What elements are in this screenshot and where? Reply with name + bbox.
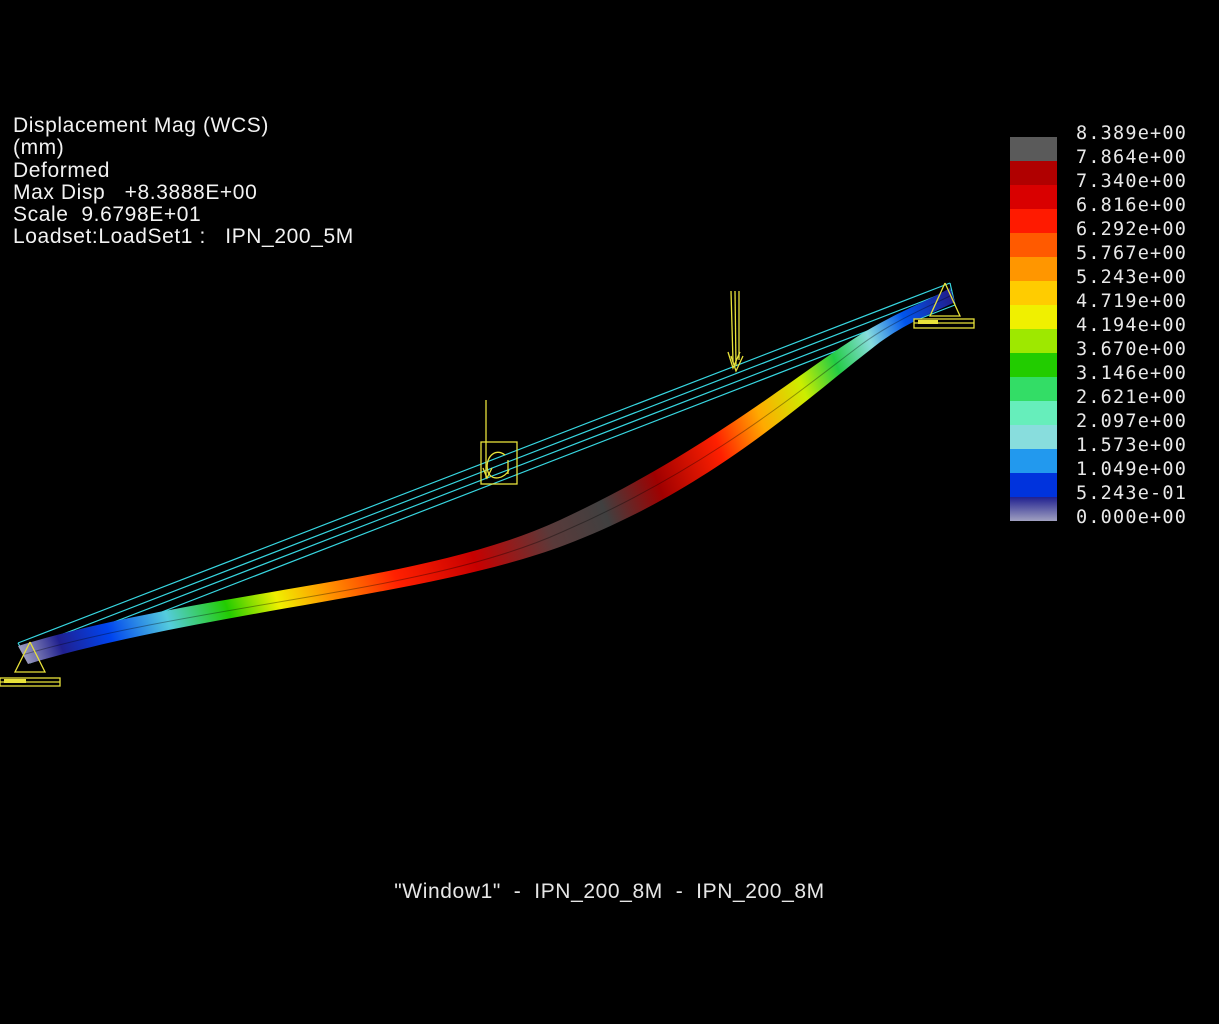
legend-color-segment: [1010, 257, 1057, 281]
legend-color-segment: [1010, 473, 1057, 497]
legend-value-label: 8.389e+00: [1076, 123, 1188, 144]
legend-value-label: 6.816e+00: [1076, 195, 1188, 216]
legend-color-segment: [1010, 161, 1057, 185]
legend-value-label: 1.573e+00: [1076, 435, 1188, 456]
legend-color-segment: [1010, 305, 1057, 329]
legend-value-label: 4.194e+00: [1076, 315, 1188, 336]
legend-value-label: 6.292e+00: [1076, 219, 1188, 240]
legend-value-label: 1.049e+00: [1076, 459, 1188, 480]
legend-color-segment: [1010, 377, 1057, 401]
legend-color-bar: [1010, 137, 1057, 521]
legend-color-segment: [1010, 185, 1057, 209]
legend-value-label: 5.767e+00: [1076, 243, 1188, 264]
legend-value-label: 5.243e+00: [1076, 267, 1188, 288]
fem-result-viewport[interactable]: Displacement Mag (WCS) (mm) Deformed Max…: [0, 0, 1219, 1024]
legend-value-label: 2.097e+00: [1076, 411, 1188, 432]
legend-color-segment: [1010, 209, 1057, 233]
legend-value-label: 3.670e+00: [1076, 339, 1188, 360]
legend-value-label: 7.340e+00: [1076, 171, 1188, 192]
legend-color-segment: [1010, 233, 1057, 257]
legend-value-label: 3.146e+00: [1076, 363, 1188, 384]
legend-value-label: 7.864e+00: [1076, 147, 1188, 168]
window-caption: "Window1" - IPN_200_8M - IPN_200_8M: [394, 880, 825, 903]
legend-color-segment: [1010, 425, 1057, 449]
legend-color-segment: [1010, 401, 1057, 425]
legend-value-label: 2.621e+00: [1076, 387, 1188, 408]
legend-color-segment: [1010, 329, 1057, 353]
moment-load-icon: [480, 400, 518, 485]
legend-color-segment: [1010, 137, 1057, 161]
legend-color-segment: [1010, 353, 1057, 377]
legend-value-label: 5.243e-01: [1076, 483, 1188, 504]
legend-value-label: 0.000e+00: [1076, 507, 1188, 528]
legend-value-label: 4.719e+00: [1076, 291, 1188, 312]
legend-color-segment: [1010, 281, 1057, 305]
fringe-legend: 8.389e+00 7.864e+00 7.340e+00 6.816e+00 6.29…: [1010, 124, 1210, 534]
distributed-load-arrow-icon: [727, 290, 744, 373]
legend-color-segment: [1010, 497, 1057, 521]
legend-color-segment: [1010, 449, 1057, 473]
